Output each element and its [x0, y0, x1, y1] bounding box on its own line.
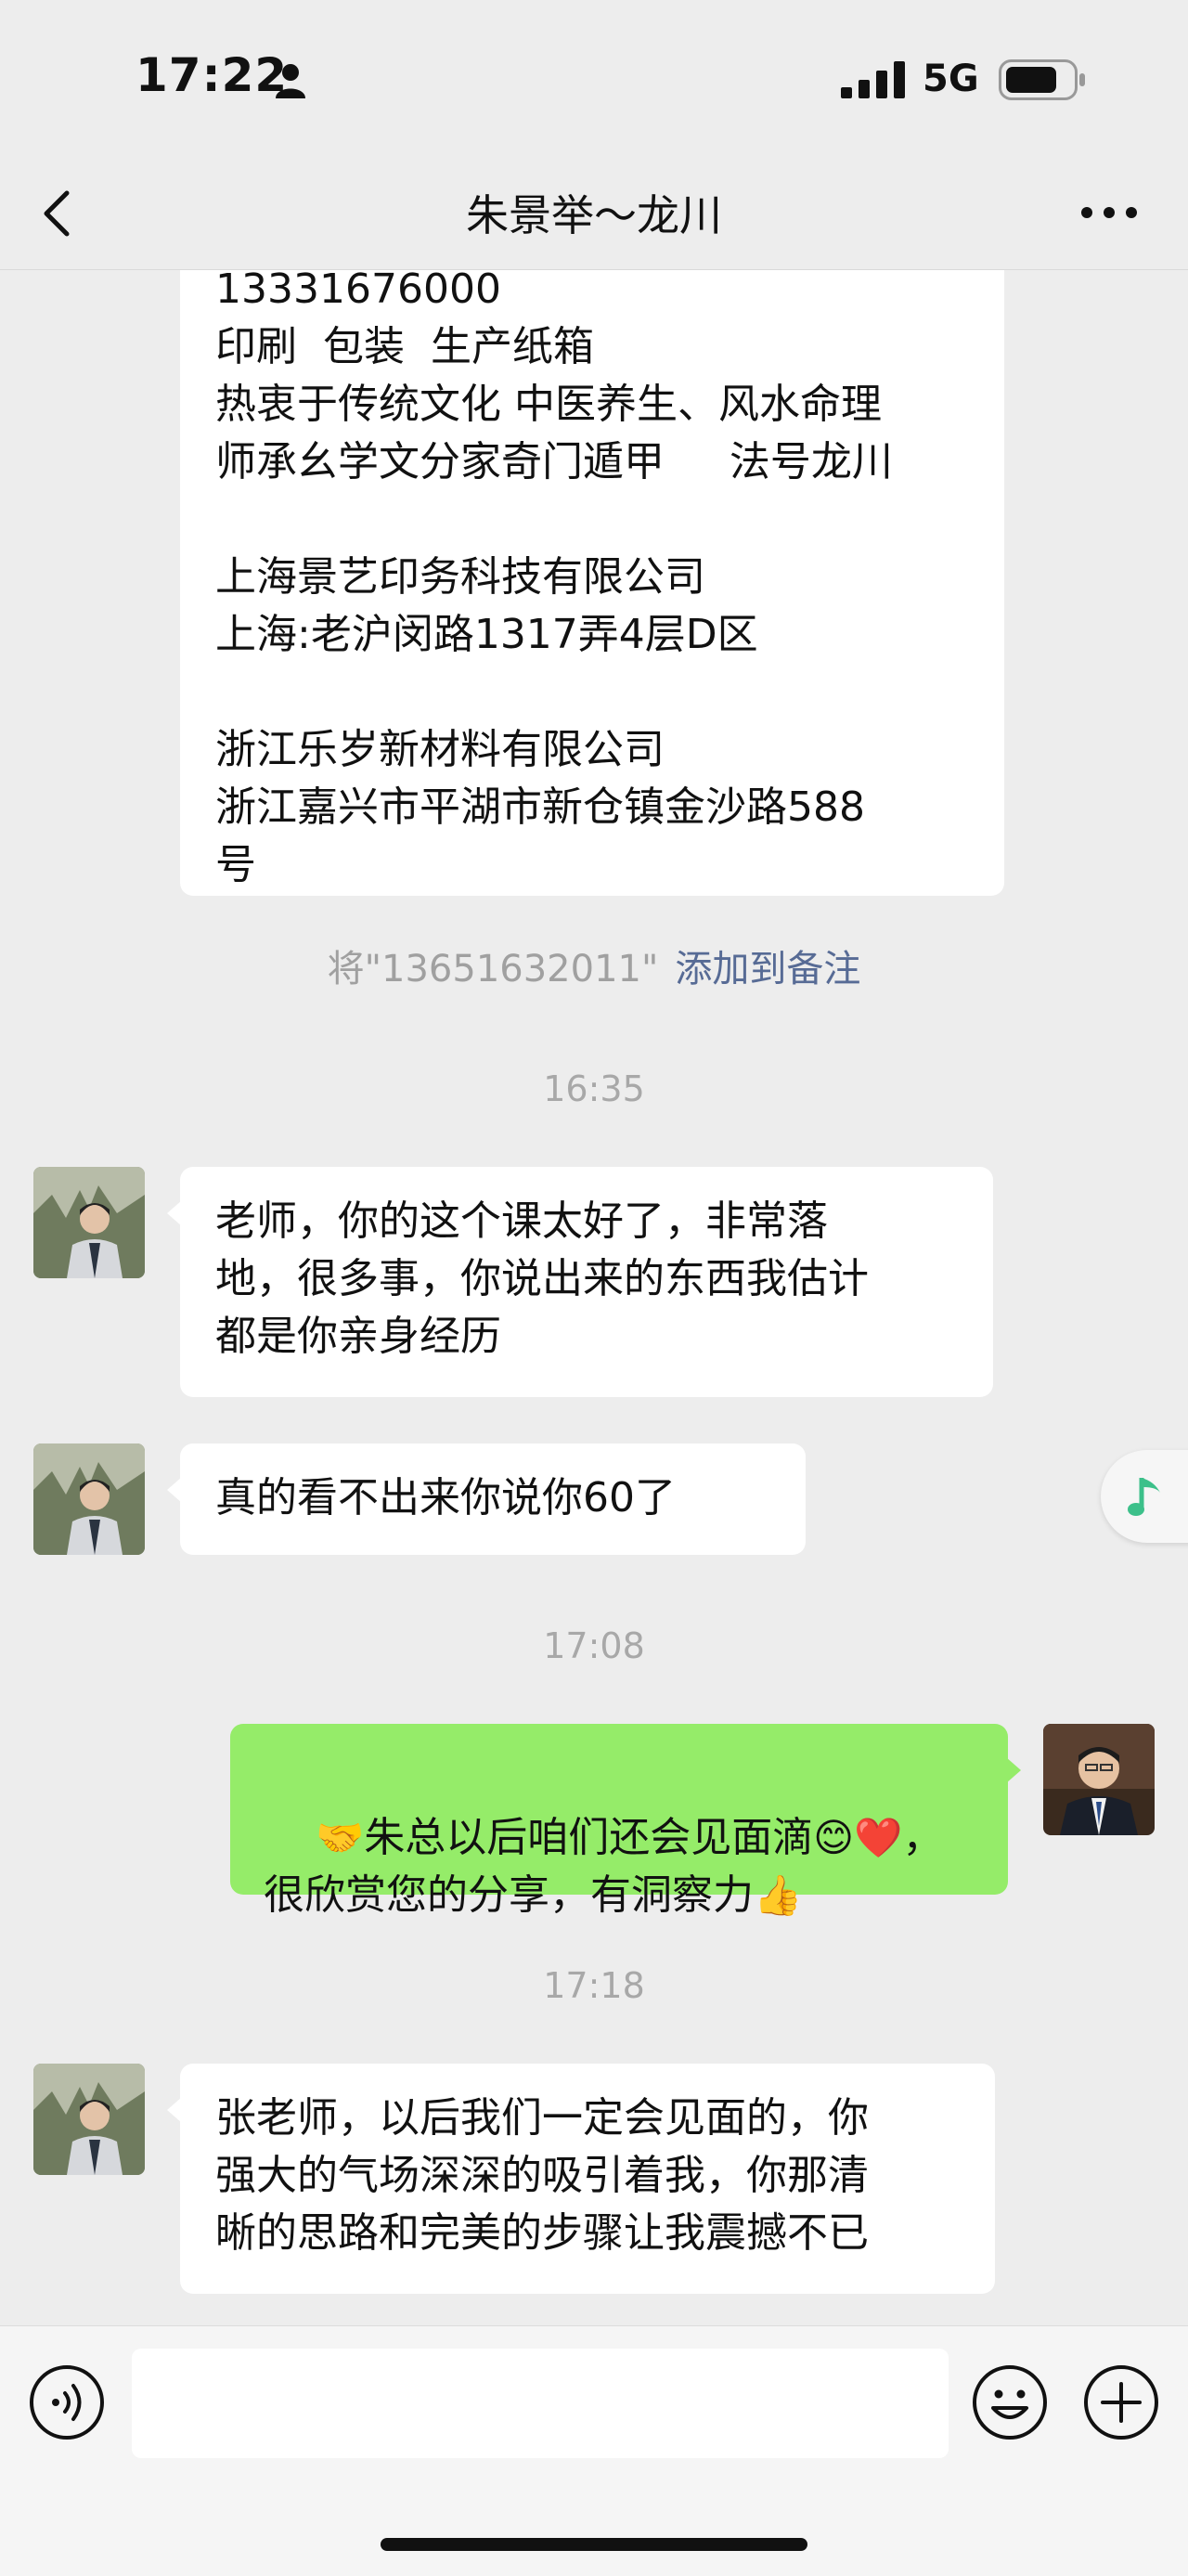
- chat-header: 朱景举～龙川: [0, 158, 1188, 270]
- timestamp: 17:18: [543, 1965, 645, 2006]
- thumbs-up-emoji: 👍: [754, 1872, 803, 1918]
- contact-card-message[interactable]: 13331676000 印刷 包装 生产纸箱 热衷于传统文化 中医养生、风水命理…: [180, 270, 1004, 896]
- contact-avatar[interactable]: [33, 1443, 145, 1555]
- avatar-image: [33, 1443, 145, 1555]
- status-time: 17:22: [136, 48, 289, 102]
- music-note-icon: [1128, 1478, 1160, 1516]
- contact-avatar[interactable]: [33, 1167, 145, 1278]
- timestamp: 16:35: [543, 1068, 645, 1109]
- system-note: 将"13651632011" 添加到备注: [0, 938, 1188, 992]
- timestamp: 17:08: [543, 1625, 645, 1666]
- home-indicator: [381, 2538, 807, 2551]
- outgoing-message-text-1: 朱总以后咱们还会见面滴: [364, 1814, 814, 1861]
- outgoing-message[interactable]: 🤝朱总以后咱们还会见面滴😊❤️， 很欣赏您的分享，有洞察力👍: [230, 1724, 1021, 1919]
- smile-emoji: 😊: [813, 1815, 855, 1860]
- avatar-image: [33, 1167, 145, 1278]
- incoming-message[interactable]: 张老师，以后我们一定会见面的，你 强大的气场深深的吸引着我，你那清 晰的思路和完…: [167, 2064, 995, 2294]
- signal-icon: [841, 61, 905, 98]
- handshake-emoji: 🤝: [315, 1815, 365, 1860]
- chat-title: 朱景举～龙川: [466, 190, 722, 240]
- message-list[interactable]: 13331676000 印刷 包装 生产纸箱 热衷于传统文化 中医养生、风水命理…: [0, 270, 1188, 2325]
- contact-avatar[interactable]: [33, 2064, 145, 2175]
- person-icon: [276, 64, 305, 98]
- incoming-message[interactable]: 老师，你的这个课太好了，非常落 地，很多事，你说出来的东西我估计 都是你亲身经历: [167, 1167, 993, 1397]
- plus-icon[interactable]: [1082, 2363, 1160, 2441]
- my-avatar[interactable]: [1043, 1724, 1155, 1835]
- input-toolbar: [0, 2325, 1188, 2576]
- network-label: 5G: [923, 58, 979, 100]
- avatar-image: [1043, 1724, 1155, 1835]
- emoji-icon[interactable]: [971, 2363, 1049, 2441]
- floating-music-button[interactable]: [1101, 1450, 1188, 1543]
- more-options-icon[interactable]: [1077, 199, 1142, 227]
- avatar-image: [33, 2064, 145, 2175]
- message-input[interactable]: [132, 2349, 949, 2458]
- status-bar: 17:22 5G: [0, 0, 1188, 158]
- heart-emoji: ❤️: [854, 1815, 903, 1860]
- battery-icon: [999, 59, 1085, 100]
- incoming-message[interactable]: 真的看不出来你说你60了: [167, 1443, 806, 1555]
- add-to-remark-link[interactable]: 添加到备注: [675, 948, 860, 990]
- system-note-text: 将"13651632011": [327, 948, 659, 990]
- voice-input-icon[interactable]: [28, 2363, 106, 2441]
